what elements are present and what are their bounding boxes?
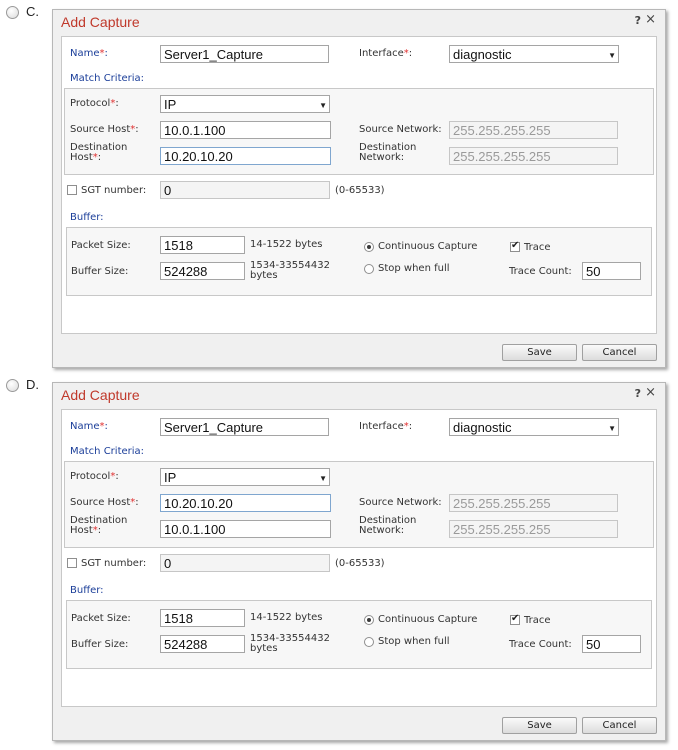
buffer-panel xyxy=(66,600,652,669)
sgt-label: SGT number: xyxy=(81,558,147,569)
source-network-label: Source Network: xyxy=(359,497,442,508)
add-capture-dialog: Add Capture ? × Name*: Server1_Capture I… xyxy=(52,382,666,741)
packet-size-input[interactable]: 1518 xyxy=(160,236,245,254)
chevron-down-icon: ▼ xyxy=(319,101,327,110)
name-input[interactable]: Server1_Capture xyxy=(160,45,329,63)
buffer-size-input[interactable]: 524288 xyxy=(160,635,245,653)
packet-size-range-hint: 14-1522 bytes xyxy=(250,612,323,623)
stop-when-full-radio[interactable] xyxy=(364,264,374,274)
buffer-size-label: Buffer Size: xyxy=(71,266,129,277)
trace-label: Trace xyxy=(524,242,551,253)
sgt-range-hint: (0-65533) xyxy=(335,185,385,196)
source-host-input[interactable]: 10.20.10.20 xyxy=(160,494,331,512)
buffer-size-range-hint: 1534-33554432 bytes xyxy=(250,260,330,281)
interface-select[interactable]: diagnostic ▼ xyxy=(449,418,619,436)
trace-count-label: Trace Count: xyxy=(509,639,572,650)
destination-host-label: Destination Host*: xyxy=(70,515,128,536)
continuous-capture-label: Continuous Capture xyxy=(378,614,478,625)
stop-when-full-radio[interactable] xyxy=(364,637,374,647)
option-radio[interactable] xyxy=(6,379,19,392)
name-label: Name*: xyxy=(70,48,108,59)
sgt-label: SGT number: xyxy=(81,185,147,196)
destination-network-label: Destination Network: xyxy=(359,515,417,536)
trace-count-input[interactable]: 50 xyxy=(582,262,641,280)
stop-when-full-label: Stop when full xyxy=(378,636,450,647)
stop-when-full-label: Stop when full xyxy=(378,263,450,274)
help-icon[interactable]: ? xyxy=(635,387,641,400)
protocol-value: IP xyxy=(164,470,177,485)
source-network-input[interactable]: 255.255.255.255 xyxy=(449,121,618,139)
match-criteria-title: Match Criteria: xyxy=(70,73,145,84)
packet-size-input[interactable]: 1518 xyxy=(160,609,245,627)
name-label: Name*: xyxy=(70,421,108,432)
interface-value: diagnostic xyxy=(453,420,512,435)
answer-option-d: D. Add Capture ? × Name*: Server1_Captur… xyxy=(0,373,678,745)
dialog-title: Add Capture xyxy=(61,14,140,30)
continuous-capture-radio[interactable] xyxy=(364,242,374,252)
trace-count-label: Trace Count: xyxy=(509,266,572,277)
name-input[interactable]: Server1_Capture xyxy=(160,418,329,436)
chevron-down-icon: ▼ xyxy=(608,424,616,433)
option-radio[interactable] xyxy=(6,6,19,19)
dialog-title: Add Capture xyxy=(61,387,140,403)
buffer-size-input[interactable]: 524288 xyxy=(160,262,245,280)
buffer-panel xyxy=(66,227,652,296)
option-letter: D. xyxy=(26,377,39,392)
destination-network-input[interactable]: 255.255.255.255 xyxy=(449,147,618,165)
cancel-button[interactable]: Cancel xyxy=(582,717,657,734)
answer-option-c: C. Add Capture ? × Name*: Server1_Captur… xyxy=(0,0,678,372)
buffer-size-label: Buffer Size: xyxy=(71,639,129,650)
protocol-label: Protocol*: xyxy=(70,471,119,482)
close-icon[interactable]: × xyxy=(645,12,656,27)
continuous-capture-label: Continuous Capture xyxy=(378,241,478,252)
interface-value: diagnostic xyxy=(453,47,512,62)
protocol-select[interactable]: IP ▼ xyxy=(160,468,330,486)
protocol-value: IP xyxy=(164,97,177,112)
add-capture-dialog: Add Capture ? × Name*: Server1_Capture I… xyxy=(52,9,666,368)
packet-size-range-hint: 14-1522 bytes xyxy=(250,239,323,250)
interface-label: Interface*: xyxy=(359,421,413,432)
cancel-button[interactable]: Cancel xyxy=(582,344,657,361)
source-host-label: Source Host*: xyxy=(70,124,139,135)
sgt-input[interactable]: 0 xyxy=(160,181,330,199)
save-button[interactable]: Save xyxy=(502,717,577,734)
trace-checkbox[interactable] xyxy=(510,240,520,252)
trace-count-input[interactable]: 50 xyxy=(582,635,641,653)
dialog-content: Name*: Server1_Capture Interface*: diagn… xyxy=(61,36,657,334)
continuous-capture-radio[interactable] xyxy=(364,615,374,625)
buffer-title: Buffer: xyxy=(70,585,104,596)
protocol-label: Protocol*: xyxy=(70,98,119,109)
chevron-down-icon: ▼ xyxy=(319,474,327,483)
packet-size-label: Packet Size: xyxy=(71,613,131,624)
dialog-content: Name*: Server1_Capture Interface*: diagn… xyxy=(61,409,657,707)
packet-size-label: Packet Size: xyxy=(71,240,131,251)
interface-select[interactable]: diagnostic ▼ xyxy=(449,45,619,63)
chevron-down-icon: ▼ xyxy=(608,51,616,60)
trace-checkbox[interactable] xyxy=(510,613,520,625)
sgt-input[interactable]: 0 xyxy=(160,554,330,572)
sgt-checkbox[interactable] xyxy=(67,185,77,195)
protocol-select[interactable]: IP ▼ xyxy=(160,95,330,113)
source-host-input[interactable]: 10.0.1.100 xyxy=(160,121,331,139)
destination-host-label: Destination Host*: xyxy=(70,142,128,163)
interface-label: Interface*: xyxy=(359,48,413,59)
buffer-size-range-hint: 1534-33554432 bytes xyxy=(250,633,330,654)
match-criteria-title: Match Criteria: xyxy=(70,446,145,457)
close-icon[interactable]: × xyxy=(645,385,656,400)
help-icon[interactable]: ? xyxy=(635,14,641,27)
source-network-label: Source Network: xyxy=(359,124,442,135)
source-network-input[interactable]: 255.255.255.255 xyxy=(449,494,618,512)
destination-network-label: Destination Network: xyxy=(359,142,417,163)
source-host-label: Source Host*: xyxy=(70,497,139,508)
destination-host-input[interactable]: 10.0.1.100 xyxy=(160,520,331,538)
destination-network-input[interactable]: 255.255.255.255 xyxy=(449,520,618,538)
sgt-checkbox[interactable] xyxy=(67,558,77,568)
buffer-title: Buffer: xyxy=(70,212,104,223)
sgt-range-hint: (0-65533) xyxy=(335,558,385,569)
save-button[interactable]: Save xyxy=(502,344,577,361)
trace-label: Trace xyxy=(524,615,551,626)
destination-host-input[interactable]: 10.20.10.20 xyxy=(160,147,331,165)
option-letter: C. xyxy=(26,4,39,19)
